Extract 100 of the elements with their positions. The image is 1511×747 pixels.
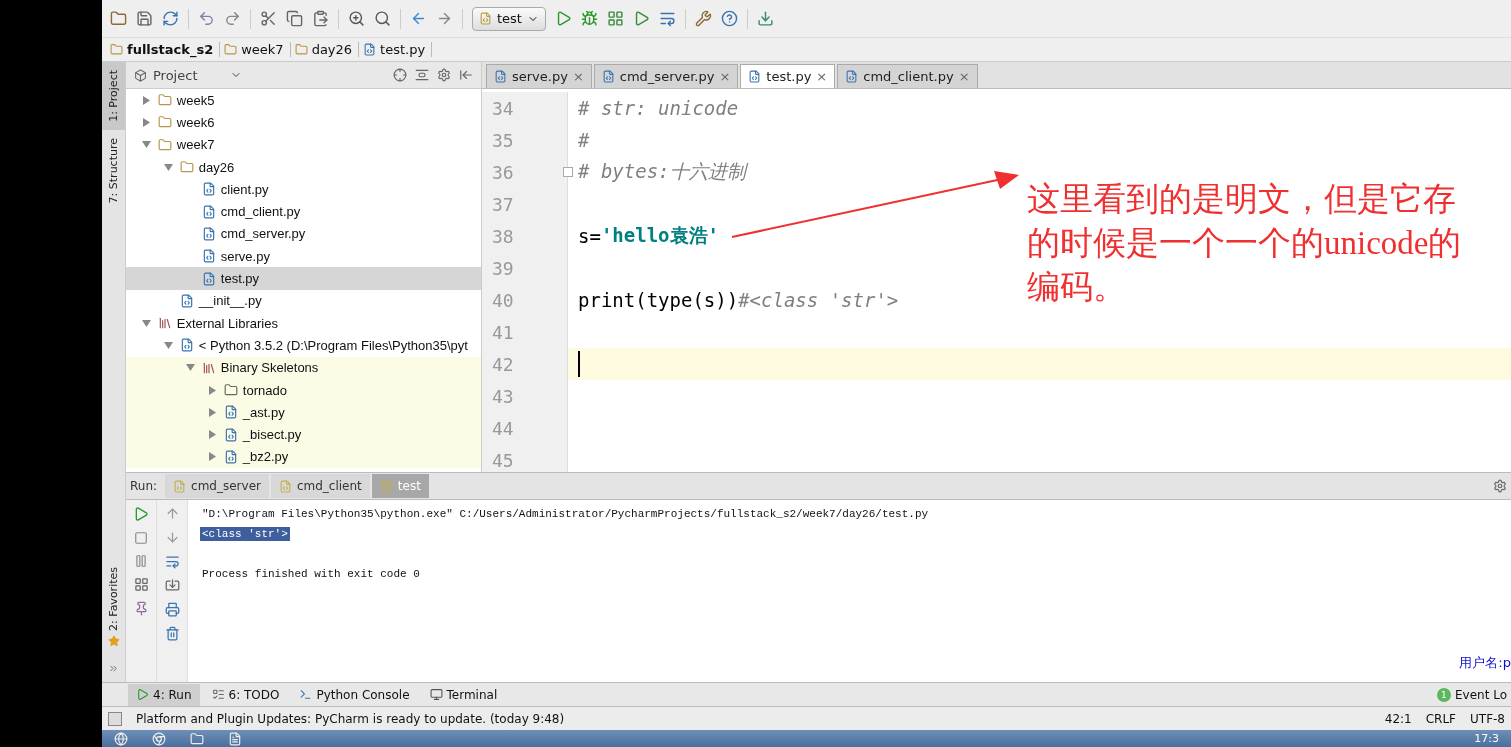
settings-icon[interactable]	[694, 10, 712, 27]
help-icon[interactable]	[720, 10, 738, 27]
collapsed-triangle-icon[interactable]	[208, 430, 218, 440]
locate-icon[interactable]	[393, 68, 407, 82]
code-editor[interactable]: 34 # str: unicode 35 # 36 # bytes:十六进制 37 38 s='hello袁浩' 39 40 print(type(s))#<class 'str'> 41 42 43 44 45 这里看到的是明文，但是它存的时候是一个一个的unicode的编码。	[482, 89, 1511, 472]
tree-item[interactable]: week5	[126, 89, 481, 112]
tree-item[interactable]: week6	[126, 111, 481, 134]
stop-icon[interactable]	[134, 531, 148, 545]
redo-icon[interactable]	[224, 10, 241, 27]
tree-item[interactable]: day26	[126, 155, 481, 179]
breadcrumb[interactable]: fullstack_s2	[110, 42, 221, 57]
tree-item[interactable]: _ast.py	[126, 401, 481, 424]
tree-item[interactable]: _bz2.py	[126, 445, 481, 469]
line-number: 44	[482, 412, 568, 444]
tool-window-tab[interactable]: Python Console	[291, 683, 418, 706]
tree-item[interactable]: cmd_client.py	[126, 200, 481, 223]
copy-icon[interactable]	[286, 10, 303, 27]
sync-icon[interactable]	[162, 10, 179, 27]
encoding[interactable]: UTF-8	[1470, 711, 1505, 726]
undo-icon[interactable]	[198, 10, 215, 27]
cut-icon[interactable]	[260, 10, 277, 27]
project-view-dropdown[interactable]: Project	[134, 67, 242, 83]
breadcrumb[interactable]: test.py	[363, 42, 433, 57]
editor-tab[interactable]: test.py ×	[740, 64, 836, 88]
folder-icon[interactable]	[190, 731, 204, 746]
coverage-icon[interactable]	[606, 10, 624, 27]
tasks-icon[interactable]	[658, 10, 676, 27]
clear-icon[interactable]	[164, 626, 180, 641]
event-log-button[interactable]: 1 Event Lo	[1437, 687, 1507, 702]
expanded-triangle-icon[interactable]	[186, 363, 196, 373]
open-folder-icon[interactable]	[110, 10, 127, 27]
collapsed-triangle-icon[interactable]	[208, 452, 218, 462]
close-icon[interactable]: ×	[958, 69, 970, 84]
close-icon[interactable]: ×	[572, 69, 584, 84]
tool-window-tab[interactable]: 4: Run	[128, 683, 200, 706]
folder-icon	[179, 160, 194, 175]
hide-icon[interactable]	[459, 68, 473, 82]
tree-item[interactable]: test.py	[126, 267, 481, 290]
cursor-position[interactable]: 42:1	[1384, 711, 1412, 726]
run-tab[interactable]: cmd_client	[270, 474, 370, 498]
tree-item[interactable]: serve.py	[126, 245, 481, 268]
collapsed-triangle-icon[interactable]	[208, 385, 218, 395]
pin-icon[interactable]	[133, 601, 149, 616]
more-icon[interactable]	[108, 663, 119, 674]
line-number: 39	[482, 252, 568, 284]
print-icon[interactable]	[164, 602, 180, 617]
settings-icon[interactable]	[1493, 479, 1507, 493]
update-icon[interactable]	[756, 10, 774, 27]
tool-window-tab[interactable]: 6: TODO	[203, 683, 288, 706]
line-separator[interactable]: CRLF	[1425, 711, 1456, 726]
expanded-triangle-icon[interactable]	[164, 340, 174, 350]
editor-tab[interactable]: cmd_server.py ×	[593, 64, 739, 88]
editor-tab[interactable]: cmd_client.py ×	[837, 64, 978, 88]
collapsed-triangle-icon[interactable]	[142, 117, 152, 127]
tree-item[interactable]: External Libraries	[126, 311, 481, 335]
layout-icon[interactable]	[133, 577, 149, 592]
debug-icon[interactable]	[580, 10, 598, 27]
tree-item[interactable]: week7	[126, 133, 481, 156]
collapsed-triangle-icon[interactable]	[208, 407, 218, 417]
tree-item[interactable]: < Python 3.5.2 (D:\Program Files\Python35\pyt	[126, 334, 481, 357]
rerun-icon[interactable]	[133, 506, 149, 522]
search-icon[interactable]	[348, 10, 365, 27]
tree-item[interactable]: _bisect.py	[126, 423, 481, 446]
document-icon[interactable]	[228, 731, 242, 746]
collapse-icon[interactable]	[415, 68, 429, 82]
tool-window-tab[interactable]: Terminal	[421, 683, 506, 706]
save-icon[interactable]	[136, 10, 153, 27]
back-icon[interactable]	[410, 10, 427, 27]
settings-icon[interactable]	[437, 68, 451, 82]
close-icon[interactable]: ×	[816, 69, 828, 84]
collapsed-triangle-icon[interactable]	[142, 95, 152, 105]
tree-item[interactable]: client.py	[126, 178, 481, 201]
tree-item[interactable]: Binary Skeletons	[126, 356, 481, 379]
toggle-icon[interactable]	[108, 711, 122, 726]
pause-icon[interactable]	[134, 554, 148, 568]
close-icon[interactable]: ×	[719, 69, 731, 84]
fold-icon[interactable]	[563, 167, 573, 177]
paste-icon[interactable]	[312, 10, 329, 27]
start-icon[interactable]	[114, 731, 128, 746]
soft-wrap-icon[interactable]	[164, 554, 180, 569]
tree-item[interactable]: tornado	[126, 378, 481, 402]
tree-item[interactable]: __init__.py	[126, 289, 481, 312]
side-tool-tab[interactable]: 1: Project	[102, 62, 125, 130]
up-icon[interactable]	[164, 506, 180, 521]
browser-icon[interactable]	[152, 731, 166, 746]
run-tab[interactable]: cmd_server	[165, 474, 269, 498]
editor-tab[interactable]: serve.py ×	[486, 64, 592, 88]
side-tool-tab[interactable]: 2: Favorites	[102, 559, 125, 655]
expanded-triangle-icon[interactable]	[164, 162, 174, 172]
expanded-triangle-icon[interactable]	[142, 318, 152, 328]
run-config-dropdown[interactable]: test	[472, 6, 546, 31]
side-tool-tab[interactable]: 7: Structure	[102, 129, 125, 212]
replace-icon[interactable]	[374, 10, 391, 27]
expanded-triangle-icon[interactable]	[142, 140, 152, 150]
breadcrumb[interactable]: day26	[294, 42, 360, 57]
forward-icon[interactable]	[436, 10, 453, 27]
down-icon[interactable]	[164, 530, 180, 545]
tree-item[interactable]: cmd_server.py	[126, 222, 481, 246]
scroll-to-end-icon[interactable]	[164, 578, 180, 593]
breadcrumb[interactable]: week7	[224, 42, 291, 57]
